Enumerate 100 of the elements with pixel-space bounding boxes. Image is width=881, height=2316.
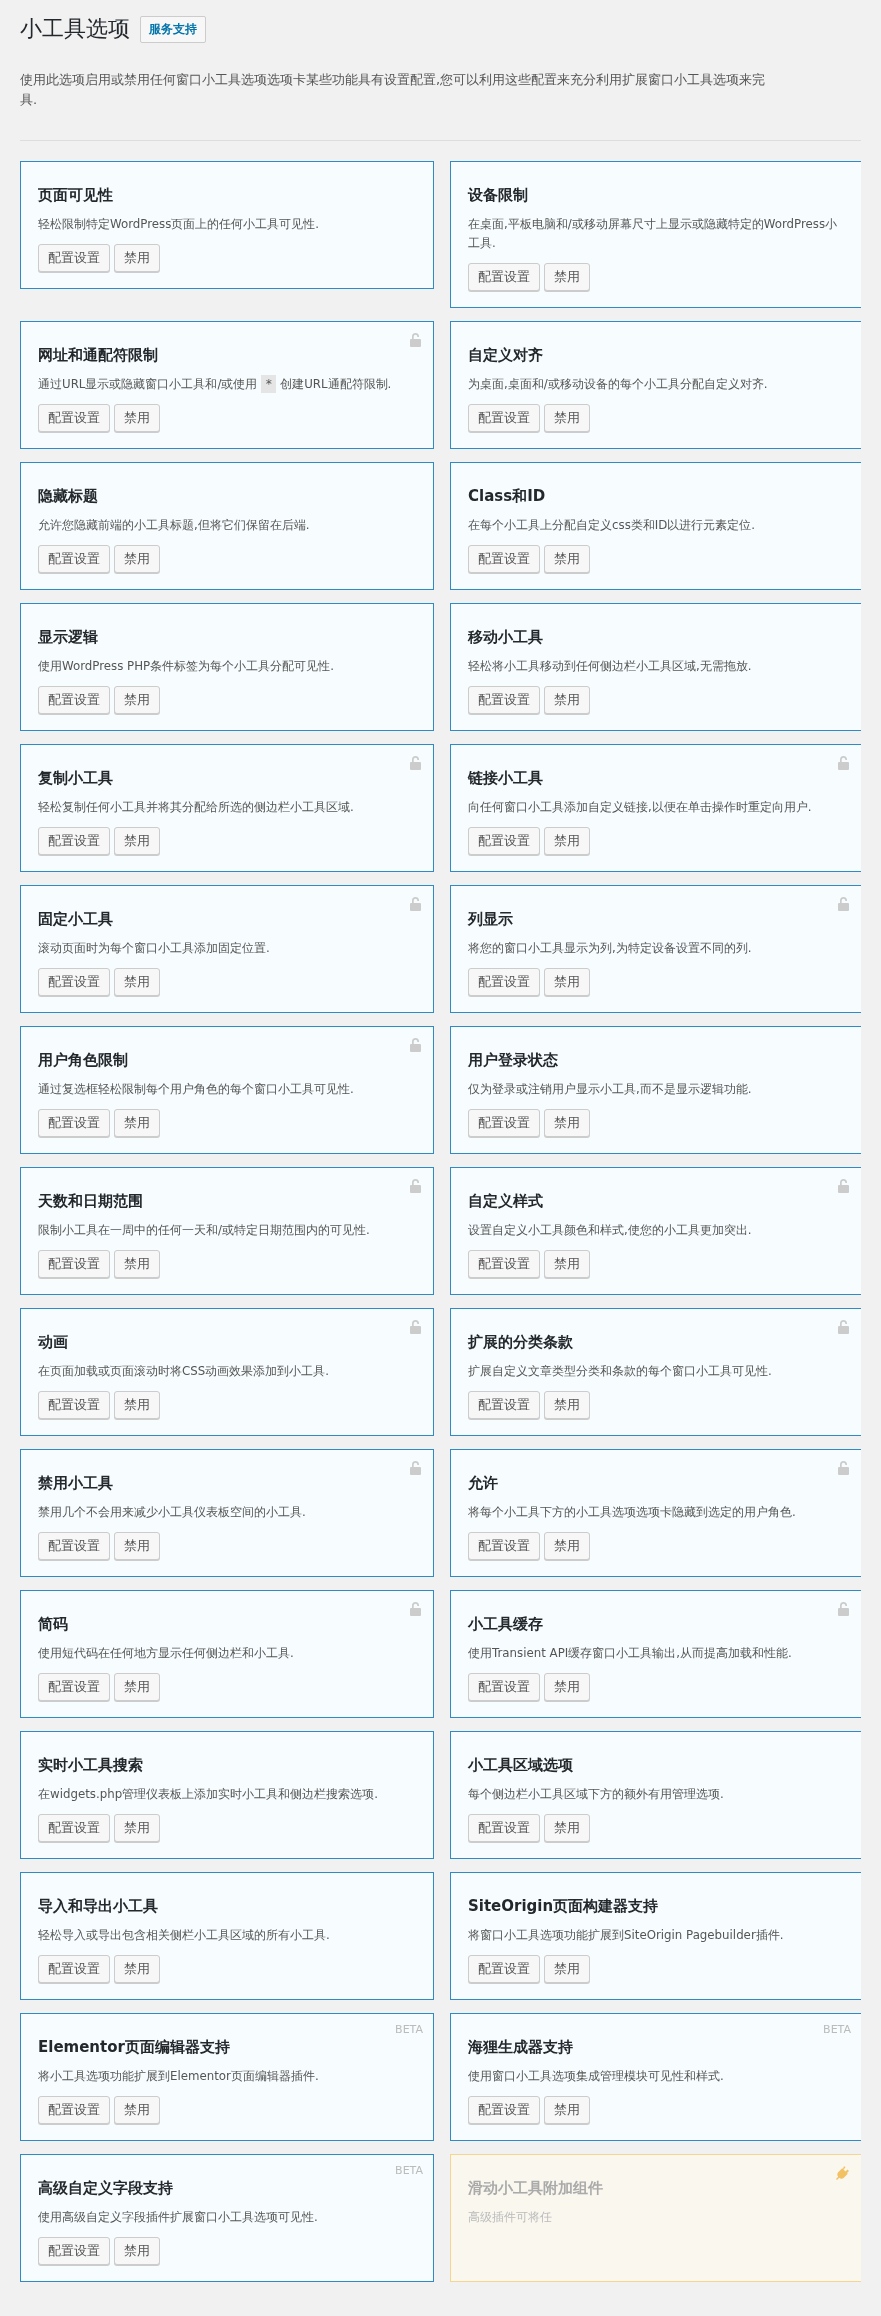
disable-button[interactable]: 禁用 xyxy=(114,1814,160,1842)
configure-button[interactable]: 配置设置 xyxy=(38,1673,110,1701)
disable-button[interactable]: 禁用 xyxy=(114,1109,160,1137)
card-title: 导入和导出小工具 xyxy=(38,1897,159,1916)
card-description: 轻松限制特定WordPress页面上的任何小工具可见性. xyxy=(38,216,321,233)
configure-button[interactable]: 配置设置 xyxy=(468,1955,540,1983)
disable-button[interactable]: 禁用 xyxy=(114,404,160,432)
card-description: 扩展自定义文章类型分类和条款的每个窗口小工具可见性. xyxy=(468,1363,773,1380)
configure-button[interactable]: 配置设置 xyxy=(468,545,540,573)
card-description: 轻松将小工具移动到任何侧边栏小工具区域,无需拖放. xyxy=(468,658,753,675)
page-description: 具. xyxy=(20,91,39,109)
configure-button[interactable]: 配置设置 xyxy=(38,968,110,996)
disable-button[interactable]: 禁用 xyxy=(544,1814,590,1842)
card-description: 使用WordPress PHP条件标签为每个小工具分配可见性. xyxy=(38,658,335,675)
configure-button[interactable]: 配置设置 xyxy=(468,686,540,714)
disable-button[interactable]: 禁用 xyxy=(544,404,590,432)
configure-button[interactable]: 配置设置 xyxy=(468,1109,540,1137)
disable-button[interactable]: 禁用 xyxy=(544,263,590,291)
configure-button[interactable]: 配置设置 xyxy=(38,545,110,573)
disable-button[interactable]: 禁用 xyxy=(114,1391,160,1419)
configure-button[interactable]: 配置设置 xyxy=(468,968,540,996)
card-description: 仅为登录或注销用户显示小工具,而不是显示逻辑功能. xyxy=(468,1081,753,1098)
configure-button[interactable]: 配置设置 xyxy=(38,1109,110,1137)
configure-button[interactable]: 配置设置 xyxy=(468,1250,540,1278)
disable-button[interactable]: 禁用 xyxy=(544,686,590,714)
card-description: 使用Transient API缓存窗口小工具输出,从而提高加载和性能. xyxy=(468,1645,793,1662)
configure-button[interactable]: 配置设置 xyxy=(38,1391,110,1419)
disable-button[interactable]: 禁用 xyxy=(544,1109,590,1137)
disable-button[interactable]: 禁用 xyxy=(114,968,160,996)
disable-button[interactable]: 禁用 xyxy=(544,2096,590,2124)
configure-button[interactable]: 配置设置 xyxy=(38,2096,110,2124)
card-description: 在每个小工具上分配自定义css类和ID以进行元素定位. xyxy=(468,517,757,534)
disable-button[interactable]: 禁用 xyxy=(114,686,160,714)
configure-button[interactable]: 配置设置 xyxy=(38,2237,110,2265)
card-description: 在页面加载或页面滚动时将CSS动画效果添加到小工具. xyxy=(38,1363,330,1380)
card-description: 使用短代码在任何地方显示任何侧边栏和小工具. xyxy=(38,1645,295,1662)
card-title: 实时小工具搜索 xyxy=(38,1756,144,1775)
configure-button[interactable]: 配置设置 xyxy=(38,244,110,272)
disable-button[interactable]: 禁用 xyxy=(544,1391,590,1419)
beta-label: BETA xyxy=(823,2023,851,2036)
configure-button[interactable]: 配置设置 xyxy=(38,404,110,432)
disable-button[interactable]: 禁用 xyxy=(114,2096,160,2124)
configure-button[interactable]: 配置设置 xyxy=(468,1673,540,1701)
disable-button[interactable]: 禁用 xyxy=(114,1673,160,1701)
disable-button[interactable]: 禁用 xyxy=(114,244,160,272)
card-description: 将您的窗口小工具显示为列,为特定设备设置不同的列. xyxy=(468,940,753,957)
disable-button[interactable]: 禁用 xyxy=(544,1673,590,1701)
card-title: 复制小工具 xyxy=(38,769,114,788)
configure-button[interactable]: 配置设置 xyxy=(38,1814,110,1842)
card-title: 扩展的分类条款 xyxy=(468,1333,574,1352)
beta-label: BETA xyxy=(395,2023,423,2036)
card-title: 页面可见性 xyxy=(38,186,114,205)
disable-button[interactable]: 禁用 xyxy=(114,827,160,855)
disable-button[interactable]: 禁用 xyxy=(114,545,160,573)
page-title: 小工具选项 xyxy=(20,15,130,43)
card-title: Class和ID xyxy=(468,487,547,506)
configure-button[interactable]: 配置设置 xyxy=(468,1814,540,1842)
card-description: 将窗口小工具选项功能扩展到SiteOrigin Pagebuilder插件. xyxy=(468,1927,785,1944)
configure-button[interactable]: 配置设置 xyxy=(38,827,110,855)
card-description: 在桌面,平板电脑和/或移动屏幕尺寸上显示或隐藏特定的WordPress小工具. xyxy=(468,216,839,252)
card-title: 移动小工具 xyxy=(468,628,544,647)
card-title: 链接小工具 xyxy=(468,769,544,788)
disable-button[interactable]: 禁用 xyxy=(544,1532,590,1560)
disable-button[interactable]: 禁用 xyxy=(544,827,590,855)
configure-button[interactable]: 配置设置 xyxy=(468,263,540,291)
card-description: 在widgets.php管理仪表板上添加实时小工具和侧边栏搜索选项. xyxy=(38,1786,379,1803)
configure-button[interactable]: 配置设置 xyxy=(38,1532,110,1560)
card-title: 天数和日期范围 xyxy=(38,1192,144,1211)
configure-button[interactable]: 配置设置 xyxy=(468,404,540,432)
card-description: 轻松复制任何小工具并将其分配给所选的侧边栏小工具区域. xyxy=(38,799,355,816)
disable-button[interactable]: 禁用 xyxy=(544,545,590,573)
disable-button[interactable]: 禁用 xyxy=(114,1955,160,1983)
support-button[interactable]: 服务支持 xyxy=(140,15,206,43)
configure-button[interactable]: 配置设置 xyxy=(38,1250,110,1278)
card-title: 简码 xyxy=(38,1615,69,1634)
disable-button[interactable]: 禁用 xyxy=(544,1250,590,1278)
card-title: 设备限制 xyxy=(468,186,529,205)
configure-button[interactable]: 配置设置 xyxy=(468,2096,540,2124)
disable-button[interactable]: 禁用 xyxy=(544,968,590,996)
card-title: 高级自定义字段支持 xyxy=(38,2179,174,2198)
plug-icon xyxy=(835,2165,850,2180)
card-title: 隐藏标题 xyxy=(38,487,99,506)
configure-button[interactable]: 配置设置 xyxy=(468,1391,540,1419)
card-description: 向任何窗口小工具添加自定义链接,以便在单击操作时重定向用户. xyxy=(468,799,813,816)
configure-button[interactable]: 配置设置 xyxy=(468,1532,540,1560)
disable-button[interactable]: 禁用 xyxy=(114,1250,160,1278)
disable-button[interactable]: 禁用 xyxy=(114,1532,160,1560)
card-description: 使用窗口小工具选项集成管理模块可见性和样式. xyxy=(468,2068,725,2085)
configure-button[interactable]: 配置设置 xyxy=(38,1955,110,1983)
configure-button[interactable]: 配置设置 xyxy=(38,686,110,714)
code-snippet: * xyxy=(261,375,277,393)
disable-button[interactable]: 禁用 xyxy=(544,1955,590,1983)
card-title: 用户登录状态 xyxy=(468,1051,559,1070)
card-title: 海狸生成器支持 xyxy=(468,2038,574,2057)
configure-button[interactable]: 配置设置 xyxy=(468,827,540,855)
card-title: 允许 xyxy=(468,1474,499,1493)
card-title: 自定义对齐 xyxy=(468,346,544,365)
disable-button[interactable]: 禁用 xyxy=(114,2237,160,2265)
card-title: 网址和通配符限制 xyxy=(38,346,159,365)
card-title: Elementor页面编辑器支持 xyxy=(38,2038,231,2057)
